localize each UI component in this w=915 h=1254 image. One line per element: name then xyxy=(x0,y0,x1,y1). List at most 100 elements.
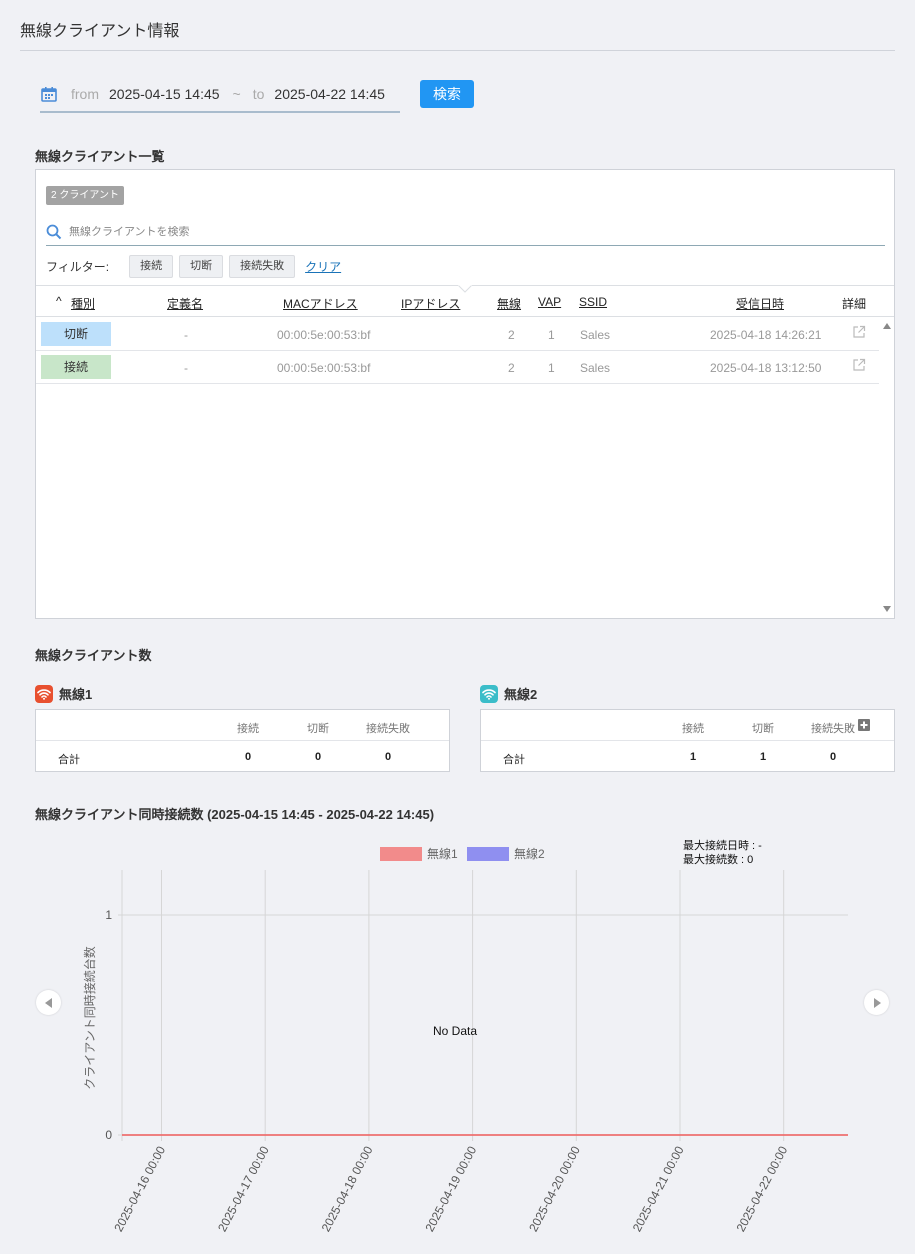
cell-radio: 2 xyxy=(508,328,515,342)
cell-radio: 2 xyxy=(508,361,515,375)
filter-chip-connect[interactable]: 接続 xyxy=(129,255,174,278)
calendar-icon[interactable] xyxy=(41,86,57,102)
radio2-header-connect: 接続 xyxy=(682,723,704,735)
cell-received: 2025-04-18 14:26:21 xyxy=(710,328,822,342)
column-vap[interactable]: VAP xyxy=(538,295,561,309)
radio1-value-connect: 0 xyxy=(245,751,252,763)
x-tick-label: 2025-04-22 00:00 xyxy=(734,1144,791,1235)
radio2-title-text: 無線2 xyxy=(504,687,538,702)
cell-vap: 1 xyxy=(548,361,555,375)
radio2-row-label: 合計 xyxy=(503,754,525,766)
radio2-title: 無線2 xyxy=(480,684,537,703)
column-ip[interactable]: IPアドレス xyxy=(401,295,460,312)
legend-label: 無線1 xyxy=(427,846,458,861)
table-body: 切断 - 00:00:5e:00:53:bf 2 1 Sales 2025-04… xyxy=(36,318,879,384)
range-separator: ~ xyxy=(232,85,241,102)
cell-name: - xyxy=(184,328,188,342)
chart-prev-button[interactable] xyxy=(36,990,61,1015)
filter-label: フィルター: xyxy=(46,260,110,274)
legend-swatch xyxy=(467,847,509,861)
type-badge: 接続 xyxy=(41,355,111,379)
column-name[interactable]: 定義名 xyxy=(167,295,203,312)
table-header: ^ 種別 定義名 MACアドレス IPアドレス 無線 VAP SSID 受信日時… xyxy=(36,285,894,317)
client-list-heading: 無線クライアント一覧 xyxy=(35,149,165,164)
x-tick-label: 2025-04-17 00:00 xyxy=(215,1144,272,1235)
to-label: to xyxy=(252,85,265,102)
client-search-field[interactable] xyxy=(46,218,885,246)
cell-name: - xyxy=(184,361,188,375)
cell-received: 2025-04-18 13:12:50 xyxy=(710,361,822,375)
type-badge: 切断 xyxy=(41,322,111,346)
cell-vap: 1 xyxy=(548,328,555,342)
header-notch xyxy=(458,285,472,293)
clear-filters-link[interactable]: クリア xyxy=(305,258,341,275)
title-divider xyxy=(20,50,895,51)
from-label: from xyxy=(71,85,99,102)
scroll-down-arrow[interactable] xyxy=(882,605,892,613)
cell-mac: 00:00:5e:00:53:bf xyxy=(277,361,371,375)
radio1-value-disconnect: 0 xyxy=(315,751,322,763)
date-range-field[interactable]: from 2025-04-15 14:45 ~ to 2025-04-22 14… xyxy=(40,76,400,113)
legend-swatch xyxy=(380,847,422,861)
x-tick-label: 2025-04-16 00:00 xyxy=(111,1144,168,1235)
concurrent-chart-heading: 無線クライアント同時接続数 (2025-04-15 14:45 - 2025-0… xyxy=(35,807,435,822)
search-icon xyxy=(46,224,62,239)
chart-next-button[interactable] xyxy=(864,990,889,1015)
scroll-up-arrow[interactable] xyxy=(882,322,892,330)
table-row[interactable]: 接続 - 00:00:5e:00:53:bf 2 1 Sales 2025-04… xyxy=(36,351,879,384)
column-ssid[interactable]: SSID xyxy=(579,295,607,309)
legend-label: 無線2 xyxy=(514,846,545,861)
radio2-value-disconnect: 1 xyxy=(760,751,767,763)
client-count-badge: 2 クライアント xyxy=(46,186,124,205)
external-link-icon[interactable] xyxy=(852,325,866,339)
column-detail: 詳細 xyxy=(842,297,867,311)
x-tick-label: 2025-04-19 00:00 xyxy=(422,1144,479,1235)
client-list-panel: 2 クライアント フィルター: 接続 切断 接続失敗 クリア ^ 種別 定義名 … xyxy=(35,169,895,619)
filter-row: フィルター: 接続 切断 接続失敗 クリア xyxy=(46,255,341,278)
radio2-value-connect: 1 xyxy=(690,751,697,763)
plus-icon[interactable] xyxy=(858,719,870,731)
to-value[interactable]: 2025-04-22 14:45 xyxy=(274,86,385,102)
no-data-text: No Data xyxy=(433,1024,477,1038)
external-link-icon[interactable] xyxy=(852,358,866,372)
client-search-input[interactable] xyxy=(69,225,885,238)
radio1-header-failed: 接続失敗 xyxy=(366,723,410,735)
client-count-heading: 無線クライアント数 xyxy=(35,648,152,663)
chevron-left-icon xyxy=(44,997,52,1008)
x-tick-label: 2025-04-20 00:00 xyxy=(526,1144,583,1235)
search-button[interactable]: 検索 xyxy=(420,80,474,108)
x-tick-label: 2025-04-21 00:00 xyxy=(630,1144,687,1235)
wifi-icon xyxy=(35,684,53,703)
radio2-count-table: 接続 切断 接続失敗 合計 1 1 0 xyxy=(480,709,895,772)
y-tick-label: 1 xyxy=(105,908,112,922)
radio1-header-connect: 接続 xyxy=(237,723,259,735)
concurrent-chart: 無線1 無線2 最大接続日時 : - 最大接続数 : 0 0 1 2025-04-16… xyxy=(82,838,848,1235)
column-type[interactable]: 種別 xyxy=(71,295,95,312)
chevron-right-icon xyxy=(873,997,881,1008)
radio1-header-disconnect: 切断 xyxy=(307,723,329,735)
x-tick-label: 2025-04-18 00:00 xyxy=(319,1144,376,1235)
filter-chip-disconnect[interactable]: 切断 xyxy=(179,255,224,278)
cell-mac: 00:00:5e:00:53:bf xyxy=(277,328,371,342)
y-tick-label: 0 xyxy=(105,1128,112,1142)
table-row[interactable]: 切断 - 00:00:5e:00:53:bf 2 1 Sales 2025-04… xyxy=(36,318,879,351)
page-title: 無線クライアント情報 xyxy=(20,23,180,40)
radio2-header-failed: 接続失敗 xyxy=(811,723,855,735)
max-connection-time: 最大接続日時 : - xyxy=(683,838,762,852)
cell-ssid: Sales xyxy=(580,361,611,375)
column-received[interactable]: 受信日時 xyxy=(736,295,784,312)
from-value[interactable]: 2025-04-15 14:45 xyxy=(109,86,220,102)
radio2-header-disconnect: 切断 xyxy=(752,723,774,735)
radio1-row-label: 合計 xyxy=(58,754,80,766)
cell-ssid: Sales xyxy=(580,328,611,342)
column-radio[interactable]: 無線 xyxy=(497,295,521,312)
column-mac[interactable]: MACアドレス xyxy=(283,295,358,312)
sort-caret[interactable]: ^ xyxy=(56,294,62,308)
radio1-count-table: 接続 切断 接続失敗 合計 0 0 0 xyxy=(35,709,450,772)
radio2-value-failed: 0 xyxy=(830,751,837,763)
y-axis-label: クライアント同時接続台数 xyxy=(82,946,97,1090)
max-connection-count: 最大接続数 : 0 xyxy=(683,852,753,866)
radio1-value-failed: 0 xyxy=(385,751,392,763)
radio1-title: 無線1 xyxy=(35,684,92,703)
filter-chip-connect-failed[interactable]: 接続失敗 xyxy=(229,255,296,278)
